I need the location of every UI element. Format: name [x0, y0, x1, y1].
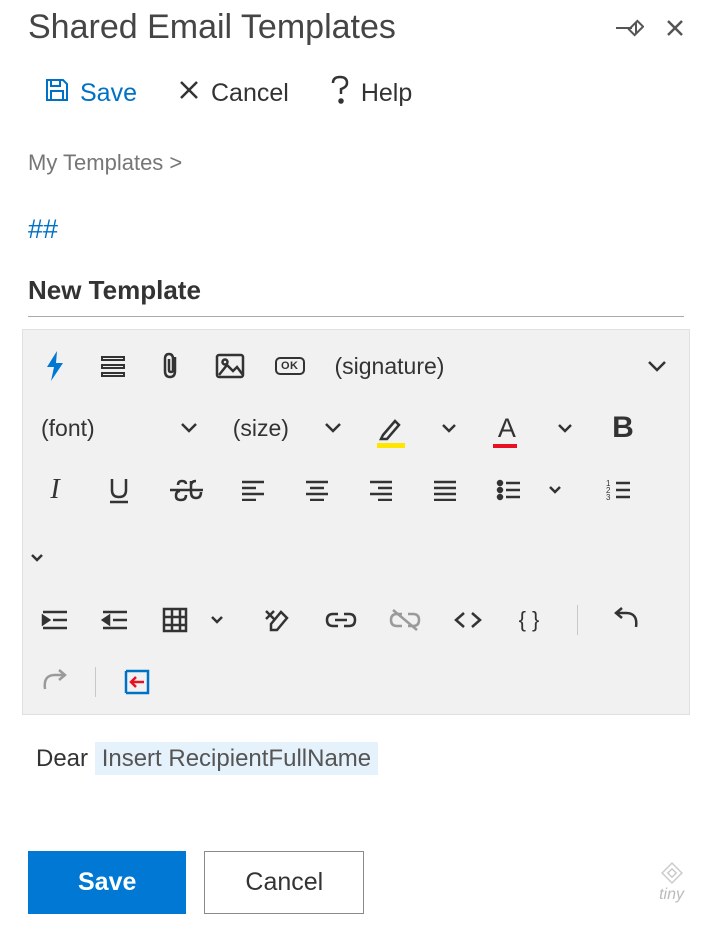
align-center-icon[interactable] — [303, 474, 331, 506]
indent-decrease-icon[interactable] — [101, 604, 129, 636]
chevron-down-icon[interactable] — [203, 604, 231, 636]
window-title: Shared Email Templates — [28, 8, 396, 47]
ok-button-icon[interactable]: OK — [275, 350, 305, 382]
save-icon — [44, 77, 70, 110]
underline-button[interactable] — [105, 474, 133, 506]
svg-text:3: 3 — [606, 493, 611, 501]
footer: Save Cancel tiny — [28, 851, 684, 914]
toolbar-row-5 — [41, 666, 671, 698]
divider — [577, 605, 578, 635]
save-button[interactable]: Save — [28, 851, 186, 914]
exit-editor-icon[interactable] — [122, 666, 152, 698]
toolbar-row-2: (font) (size) A B — [41, 412, 671, 444]
pin-icon[interactable] — [614, 19, 644, 37]
cancel-icon — [177, 78, 201, 109]
size-select[interactable]: (size) — [233, 415, 289, 442]
chevron-down-icon[interactable] — [551, 412, 579, 444]
toolbar-row-1: OK (signature) — [41, 350, 671, 382]
signature-select-label: (signature) — [335, 353, 445, 380]
editor-toolbar: OK (signature) (font) (size) — [22, 329, 690, 715]
signature-select[interactable]: (signature) — [335, 353, 445, 380]
link-icon[interactable] — [325, 604, 357, 636]
chevron-down-icon[interactable] — [541, 474, 569, 506]
chevron-down-icon[interactable] — [643, 350, 671, 382]
help-icon — [329, 75, 351, 112]
numbered-list-icon[interactable]: 1 2 3 — [605, 474, 633, 506]
tiny-logo: tiny — [659, 862, 684, 904]
bullet-list-icon[interactable] — [495, 474, 523, 506]
strikethrough-button[interactable] — [169, 474, 203, 506]
attachment-icon[interactable] — [157, 350, 185, 382]
top-toolbar: Save Cancel Help — [0, 47, 712, 112]
help-action-label: Help — [361, 79, 412, 108]
breadcrumb[interactable]: My Templates > — [0, 112, 712, 176]
align-left-icon[interactable] — [239, 474, 267, 506]
highlight-color-icon[interactable] — [377, 412, 405, 444]
align-right-icon[interactable] — [367, 474, 395, 506]
save-action-label: Save — [80, 79, 137, 108]
chevron-down-icon[interactable] — [23, 542, 51, 574]
toolbar-row-4: { } — [41, 604, 671, 636]
editor-content[interactable]: Dear Insert RecipientFullName — [22, 731, 690, 787]
bold-button[interactable]: B — [609, 412, 637, 444]
chevron-down-icon[interactable] — [175, 412, 203, 444]
align-justify-icon[interactable] — [431, 474, 459, 506]
cancel-action-label: Cancel — [211, 79, 289, 108]
clear-formatting-icon[interactable] — [263, 604, 293, 636]
recipient-token[interactable]: Insert RecipientFullName — [95, 742, 378, 775]
chevron-down-icon[interactable] — [435, 412, 463, 444]
cancel-button[interactable]: Cancel — [204, 851, 364, 914]
save-action[interactable]: Save — [44, 77, 137, 110]
close-icon[interactable] — [666, 19, 684, 37]
font-select[interactable]: (font) — [41, 415, 95, 442]
size-select-label: (size) — [233, 415, 289, 442]
properties-hash[interactable]: ## — [0, 176, 712, 245]
table-icon[interactable] — [161, 604, 189, 636]
window-controls — [614, 19, 684, 37]
cancel-action[interactable]: Cancel — [177, 78, 289, 109]
indent-increase-icon[interactable] — [41, 604, 69, 636]
undo-icon[interactable] — [612, 604, 640, 636]
template-name-input[interactable]: New Template — [28, 275, 684, 317]
chevron-down-icon[interactable] — [319, 412, 347, 444]
rows-icon[interactable] — [99, 350, 127, 382]
source-code-icon[interactable] — [453, 604, 483, 636]
window-header: Shared Email Templates — [0, 0, 712, 47]
divider — [95, 667, 96, 697]
code-block-icon[interactable]: { } — [515, 604, 543, 636]
help-action[interactable]: Help — [329, 75, 412, 112]
font-color-icon[interactable]: A — [493, 412, 521, 444]
greeting-text: Dear — [36, 745, 95, 772]
font-select-label: (font) — [41, 415, 95, 442]
italic-button[interactable]: I — [41, 474, 69, 506]
redo-icon[interactable] — [41, 666, 69, 698]
unlink-icon[interactable] — [389, 604, 421, 636]
toolbar-row-3: I — [41, 474, 671, 574]
quick-action-icon[interactable] — [41, 350, 69, 382]
image-icon[interactable] — [215, 350, 245, 382]
